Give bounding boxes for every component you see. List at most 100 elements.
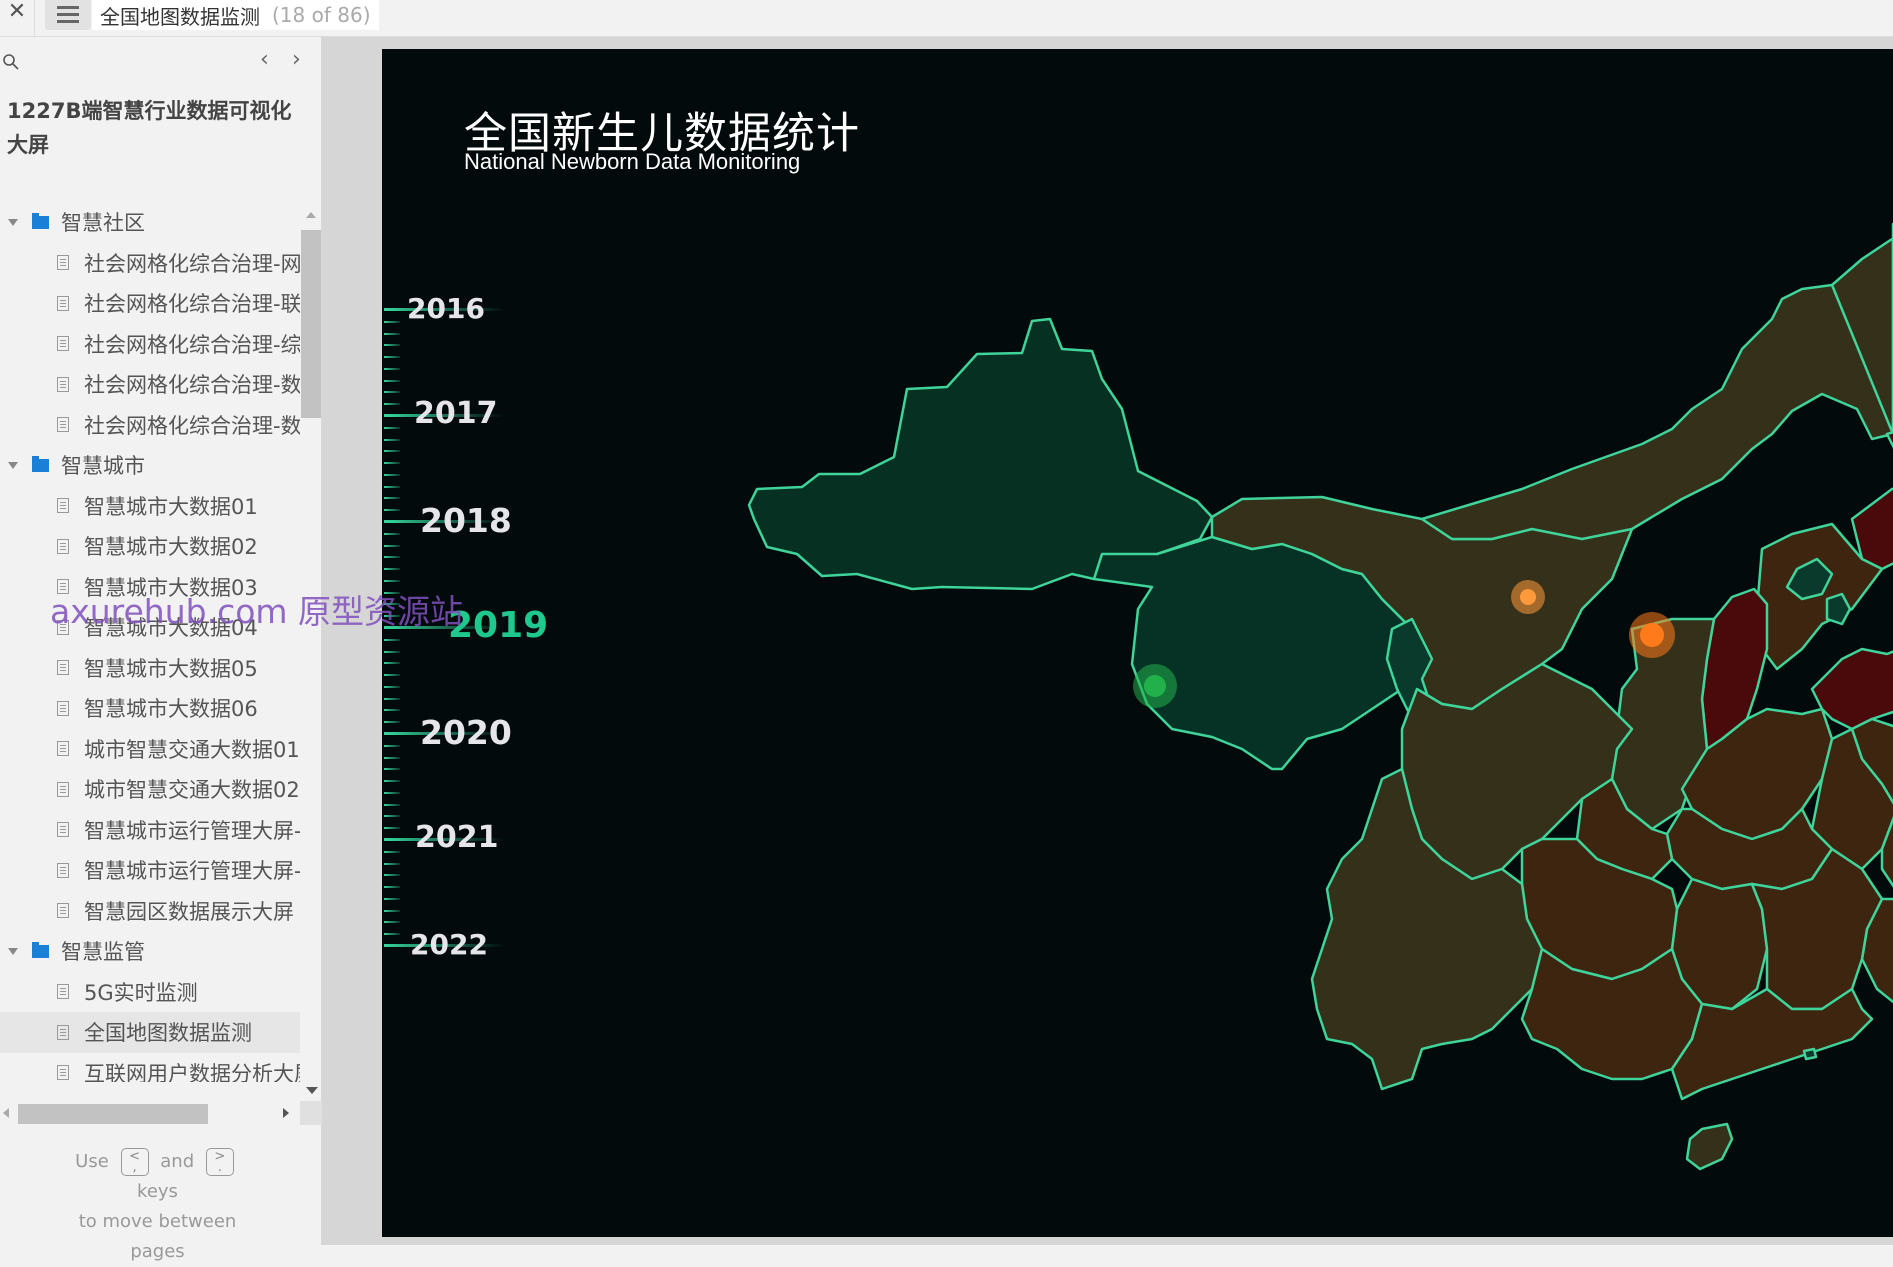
- timeline-minor-tick: [384, 344, 400, 346]
- close-button[interactable]: ✕: [4, 0, 30, 30]
- region-hongkong[interactable]: [1802, 1047, 1818, 1061]
- timeline-minor-tick: [384, 792, 400, 794]
- page-icon: [57, 498, 69, 514]
- timeline-minor-tick: [384, 615, 400, 617]
- province-inner-mongolia[interactable]: [1420, 283, 1893, 541]
- tree-page-item[interactable]: 智慧城市大数据05: [0, 648, 300, 689]
- caret-down-icon[interactable]: [8, 218, 18, 226]
- scroll-left-arrow-icon[interactable]: [3, 1108, 9, 1118]
- province-guangdong[interactable]: [1670, 987, 1874, 1101]
- vertical-scroll-thumb[interactable]: [301, 230, 321, 418]
- tree-page-item[interactable]: 社会网格化综合治理-联: [0, 283, 300, 324]
- tree-item-label: 智慧社区: [61, 211, 145, 236]
- close-icon: ✕: [7, 0, 27, 24]
- canvas-gutter: [322, 37, 382, 1245]
- timeline-minor-tick: [384, 757, 400, 759]
- scroll-right-arrow-icon[interactable]: [283, 1108, 289, 1118]
- tree-item-label: 城市智慧交通大数据01: [84, 737, 300, 762]
- horizontal-scroll-thumb[interactable]: [18, 1104, 208, 1124]
- vertical-scrollbar[interactable]: [300, 202, 322, 1082]
- tree-page-item[interactable]: 全国地图数据监测: [0, 1012, 300, 1053]
- search-icon[interactable]: [2, 53, 20, 71]
- tree-page-item[interactable]: 智慧城市大数据03: [0, 567, 300, 608]
- tree-page-item[interactable]: 互联网用户数据分析大屏: [0, 1053, 300, 1082]
- timeline-minor-tick: [384, 545, 400, 547]
- tree-page-item[interactable]: 智慧园区数据展示大屏: [0, 891, 300, 932]
- caret-down-icon[interactable]: [8, 461, 18, 469]
- page-tree: 智慧社区社会网格化综合治理-网社会网格化综合治理-联社会网格化综合治理-综 社会网…: [0, 202, 300, 1082]
- previous-page-button[interactable]: ‹: [260, 47, 269, 72]
- timeline-year-2019[interactable]: 2019: [448, 605, 548, 646]
- horizontal-scrollbar[interactable]: [0, 1102, 300, 1124]
- page-icon: [57, 984, 69, 1000]
- tree-folder[interactable]: 智慧监管: [0, 931, 300, 972]
- page-icon: [57, 538, 69, 554]
- tree-item-label: 智慧城市大数据01: [84, 494, 258, 519]
- china-map: [382, 49, 1893, 1171]
- province-xinjiang[interactable]: [747, 317, 1214, 591]
- tree-item-label: 智慧城市运行管理大屏-: [84, 859, 300, 884]
- tree-page-item[interactable]: 智慧城市大数据04: [0, 607, 300, 648]
- province-hainan[interactable]: [1685, 1122, 1734, 1171]
- timeline-minor-tick: [384, 368, 400, 370]
- page-icon: [57, 1024, 69, 1040]
- folder-icon: [32, 941, 49, 958]
- timeline-year-2020[interactable]: 2020: [420, 713, 512, 752]
- page-icon: [57, 741, 69, 757]
- caret-down-icon[interactable]: [8, 947, 18, 955]
- year-timeline[interactable]: 2016 2017 2018 2019 2020 2021 2022: [382, 249, 602, 1009]
- tree-page-item[interactable]: 5G实时监测: [0, 972, 300, 1013]
- timeline-minor-tick: [384, 851, 400, 853]
- tree-page-item[interactable]: 社会网格化综合治理-数: [0, 364, 300, 405]
- timeline-year-2017[interactable]: 2017: [414, 396, 498, 431]
- page-icon: [57, 255, 69, 271]
- tree-page-item[interactable]: 智慧城市大数据01: [0, 486, 300, 527]
- next-key-icon: >.: [205, 1148, 234, 1176]
- timeline-year-2022[interactable]: 2022: [410, 928, 488, 961]
- page-icon: [57, 376, 69, 392]
- tree-item-label: 社会网格化综合治理-联: [84, 292, 300, 317]
- timeline-minor-tick: [384, 921, 400, 923]
- tree-page-item[interactable]: 智慧城市大数据06: [0, 688, 300, 729]
- canvas-gutter-top: [322, 37, 1893, 49]
- tree-page-item[interactable]: 社会网格化综合治理-综: [0, 324, 300, 365]
- tree-folder[interactable]: 智慧社区: [0, 202, 300, 243]
- timeline-minor-tick: [384, 674, 400, 676]
- timeline-year-2018[interactable]: 2018: [420, 501, 512, 540]
- tree-item-label: 互联网用户数据分析大屏: [84, 1061, 300, 1082]
- timeline-minor-tick: [384, 745, 400, 747]
- tree-page-item[interactable]: 城市智慧交通大数据01: [0, 729, 300, 770]
- shandong-marker[interactable]: [1640, 623, 1664, 647]
- timeline-minor-tick: [384, 321, 400, 323]
- next-page-button[interactable]: ›: [292, 47, 301, 72]
- tree-page-item[interactable]: 智慧城市大数据02: [0, 526, 300, 567]
- qinghai-marker[interactable]: [1144, 675, 1166, 697]
- tree-page-item[interactable]: 城市智慧交通大数据02: [0, 769, 300, 810]
- page-icon: [57, 700, 69, 716]
- page-icon: [57, 619, 69, 635]
- scroll-down-arrow-icon[interactable]: [306, 1087, 318, 1094]
- hint-line-1: Use <, and >.: [0, 1147, 315, 1177]
- timeline-minor-tick: [384, 874, 400, 876]
- tree-page-item[interactable]: 社会网格化综合治理-数: [0, 405, 300, 446]
- tree-page-item[interactable]: 智慧城市运行管理大屏-: [0, 810, 300, 851]
- hamburger-menu-icon: [57, 6, 79, 9]
- top-toolbar: ✕ 全国地图数据监测 (18 of 86): [0, 0, 1893, 37]
- timeline-minor-tick: [384, 933, 400, 935]
- shanxi-marker[interactable]: [1520, 589, 1536, 605]
- tree-item-label: 智慧城市大数据05: [84, 656, 258, 681]
- page-icon: [57, 822, 69, 838]
- timeline-year-2016[interactable]: 2016: [407, 292, 485, 325]
- hamburger-line: [57, 20, 79, 23]
- scroll-up-arrow-icon[interactable]: [306, 212, 316, 218]
- toolbar-divider: [34, 0, 35, 36]
- tree-folder[interactable]: 智慧城市: [0, 445, 300, 486]
- timeline-minor-tick: [384, 450, 400, 452]
- page-title-box: 全国地图数据监测 (18 of 86): [92, 0, 379, 30]
- tree-item-label: 智慧城市大数据04: [84, 616, 258, 641]
- tree-page-item[interactable]: 智慧城市运行管理大屏-: [0, 850, 300, 891]
- tree-page-item[interactable]: 社会网格化综合治理-网: [0, 243, 300, 284]
- timeline-year-2021[interactable]: 2021: [415, 820, 499, 855]
- menu-button[interactable]: [45, 0, 91, 30]
- tree-item-label: 智慧城市: [61, 454, 145, 479]
